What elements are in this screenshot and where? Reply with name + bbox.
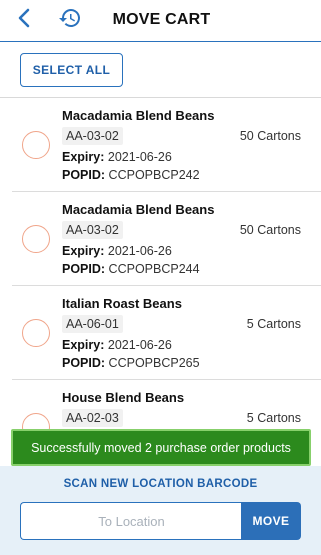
expiry-row: Expiry: 2021-06-26 [62, 244, 172, 258]
product-name: Macadamia Blend Beans [62, 108, 215, 123]
scan-location-link[interactable]: SCAN NEW LOCATION BARCODE [0, 478, 321, 490]
popid-value: CCPOPBCP265 [108, 356, 200, 370]
quantity-text: 5 Cartons [246, 411, 301, 425]
location-badge: AA-06-01 [62, 315, 123, 333]
list-item[interactable]: Macadamia Blend Beans AA-03-02 50 Carton… [0, 192, 321, 286]
list-item[interactable]: Macadamia Blend Beans AA-03-02 50 Carton… [0, 98, 321, 192]
select-radio[interactable] [22, 131, 50, 159]
product-name: Macadamia Blend Beans [62, 202, 215, 217]
expiry-value: 2021-06-26 [107, 244, 172, 258]
quantity-text: 50 Cartons [239, 223, 301, 237]
expiry-label: Expiry: [62, 244, 105, 258]
popid-value: CCPOPBCP244 [108, 262, 200, 276]
product-name: House Blend Beans [62, 390, 185, 405]
list-item[interactable]: Italian Roast Beans AA-06-01 5 Cartons E… [0, 286, 321, 380]
expiry-value: 2021-06-26 [107, 150, 172, 164]
select-radio[interactable] [22, 225, 50, 253]
expiry-value: 2021-06-26 [107, 338, 172, 352]
success-toast: Successfully moved 2 purchase order prod… [11, 429, 311, 466]
expiry-row: Expiry: 2021-06-26 [62, 150, 172, 164]
move-button[interactable]: MOVE [241, 502, 301, 540]
popid-label: POPID: [62, 262, 106, 276]
cart-list: Macadamia Blend Beans AA-03-02 50 Carton… [0, 98, 321, 430]
app-header: MOVE CART [0, 0, 321, 42]
location-badge: AA-03-02 [62, 221, 123, 239]
select-radio[interactable] [22, 319, 50, 347]
location-badge: AA-02-03 [62, 409, 123, 427]
popid-row: POPID: CCPOPBCP244 [62, 262, 200, 276]
popid-label: POPID: [62, 356, 106, 370]
list-item[interactable]: House Blend Beans AA-02-03 5 Cartons [0, 380, 321, 430]
popid-label: POPID: [62, 168, 106, 182]
popid-value: CCPOPBCP242 [108, 168, 200, 182]
expiry-label: Expiry: [62, 338, 105, 352]
to-location-input[interactable] [20, 502, 242, 540]
page-title: MOVE CART [112, 11, 211, 28]
select-all-button[interactable]: SELECT ALL [20, 53, 123, 87]
expiry-label: Expiry: [62, 150, 105, 164]
location-badge: AA-03-02 [62, 127, 123, 145]
product-name: Italian Roast Beans [62, 296, 182, 311]
quantity-text: 50 Cartons [239, 129, 301, 143]
quantity-text: 5 Cartons [246, 317, 301, 331]
popid-row: POPID: CCPOPBCP242 [62, 168, 200, 182]
expiry-row: Expiry: 2021-06-26 [62, 338, 172, 352]
select-radio[interactable] [22, 413, 50, 430]
popid-row: POPID: CCPOPBCP265 [62, 356, 200, 370]
